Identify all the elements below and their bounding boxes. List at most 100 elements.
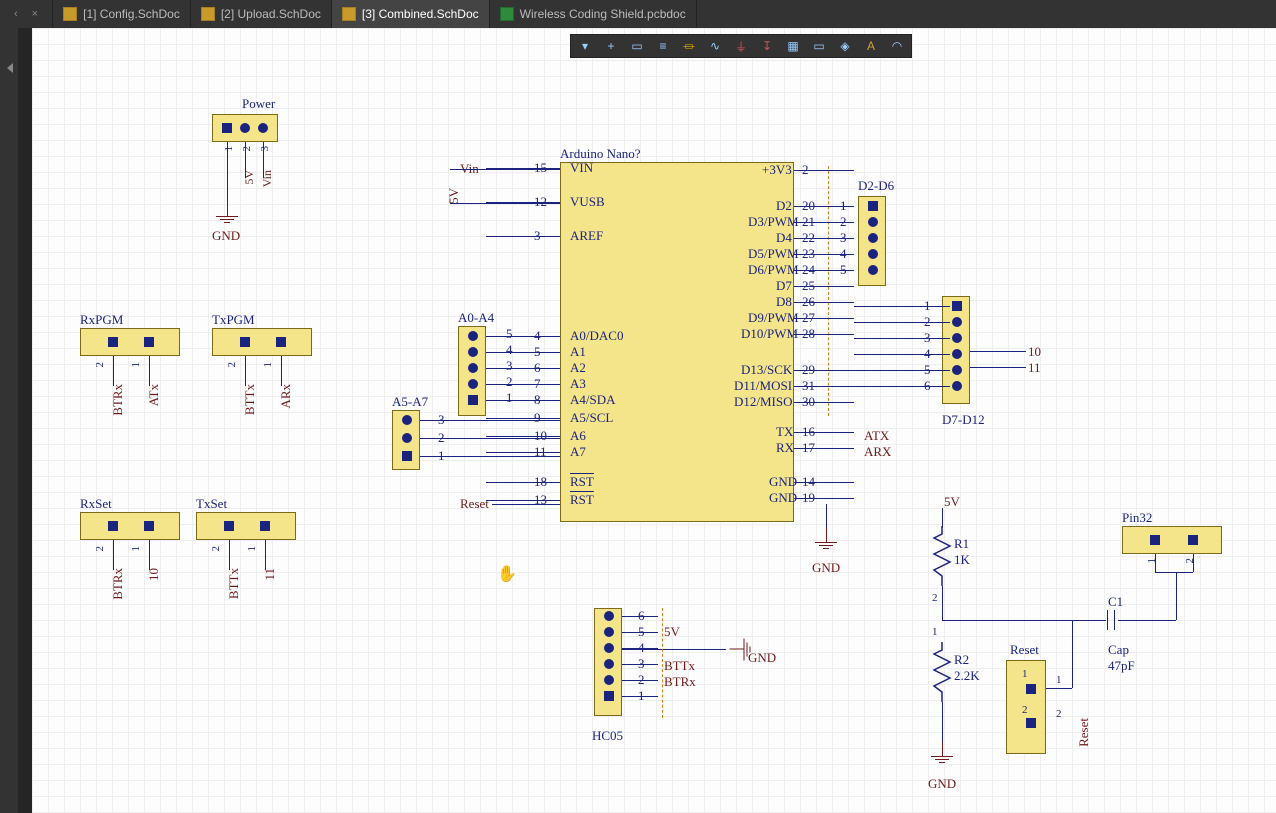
tab-prev-close[interactable]: ‹× [0,0,53,28]
d2d6-pin[interactable] [868,265,878,275]
net-btrx: BTRx [110,568,126,600]
d2d6-pin[interactable] [868,249,878,259]
a5a7-pin[interactable] [402,451,412,461]
crosshair-icon[interactable]: + [603,38,619,54]
power-pin-2[interactable] [240,123,250,133]
text-icon[interactable]: A [863,38,879,54]
select-rect-icon[interactable]: ▭ [629,38,645,54]
r1-resistor[interactable] [932,526,952,586]
a5a7-label: A5-A7 [392,394,428,410]
d7d12-pin[interactable] [952,317,962,327]
net-icon[interactable]: ∿ [707,38,723,54]
header-pin-number: 5 [840,262,847,278]
a5a7-pin[interactable] [402,433,412,443]
pin[interactable] [1026,718,1036,728]
arc-icon[interactable]: ◠ [889,38,905,54]
d7d12-pin[interactable] [952,365,962,375]
r2-resistor[interactable] [932,642,952,702]
pin[interactable] [1026,684,1036,694]
hc05-pin[interactable] [604,627,614,637]
ic-pin-name: AREF [570,228,603,244]
gnd-symbol [812,528,840,549]
power-pin-1[interactable] [222,123,232,133]
hc05-pin[interactable] [604,691,614,701]
d7d12-label: D7-D12 [942,412,985,428]
pin[interactable] [260,521,270,531]
pin[interactable] [224,521,234,531]
net-11: 11 [262,568,278,581]
gnd-symbol [928,742,956,763]
net-reset: Reset [460,496,489,512]
pin[interactable] [276,337,286,347]
rxset-header[interactable] [80,512,180,540]
d2d6-pin[interactable] [868,201,878,211]
txset-header[interactable] [196,512,296,540]
tab-config[interactable]: [1] Config.SchDoc [53,0,191,28]
d7d12-pin[interactable] [952,333,962,343]
c1-capacitor[interactable] [1104,610,1118,633]
pin[interactable] [1188,535,1198,545]
hc05-pin[interactable] [604,611,614,621]
net-5v: 5V [944,494,960,510]
pin[interactable] [240,337,250,347]
wire [854,370,950,371]
pin[interactable] [144,337,154,347]
schematic-doc-icon [201,7,215,21]
pin[interactable] [108,337,118,347]
d7d12-pin[interactable] [952,301,962,311]
a0a4-pin[interactable] [468,363,478,373]
wire [420,420,560,421]
a0a4-pin[interactable] [468,347,478,357]
net-atx: ATX [864,428,889,444]
part-icon[interactable]: ▦ [785,38,801,54]
ic-pin-name: GND [769,490,790,506]
hc05-pin[interactable] [604,643,614,653]
tab-pcb[interactable]: Wireless Coding Shield.pcbdoc [490,0,697,28]
net-btrx: BTRx [110,384,126,416]
pin[interactable] [144,521,154,531]
pan-cursor-icon: ✋ [497,564,517,584]
d2d6-pin[interactable] [868,217,878,227]
close-icon[interactable]: × [28,8,42,20]
schematic-canvas[interactable]: ▾+▭≡⏛∿⏚↧▦▭◈A◠ Power 1 2 3 5V Vin GND RxP… [32,28,1276,813]
a5a7-pin[interactable] [402,415,412,425]
ground-icon[interactable]: ⏚ [733,38,749,54]
a0a4-pin[interactable] [468,379,478,389]
a0a4-pin[interactable] [468,331,478,341]
wire [622,632,658,633]
d7d12-pin[interactable] [952,381,962,391]
wire [970,351,1026,352]
d7d12-pin[interactable] [952,349,962,359]
d2d6-pin[interactable] [868,233,878,243]
port-icon[interactable]: ◈ [837,38,853,54]
txpgm-header[interactable] [212,328,312,356]
c1-val: 47pF [1108,658,1135,674]
wire [486,336,560,337]
net-5v: 5V [446,188,462,204]
hc05-pin[interactable] [604,659,614,669]
rxpgm-header[interactable] [80,328,180,356]
expand-panel-icon[interactable] [5,63,13,73]
pin32-header[interactable] [1122,526,1222,554]
resistor-icon[interactable]: ⏛ [681,38,697,54]
pin-num: 1 [1022,668,1028,680]
wire [1155,572,1193,573]
pin-num: 1 [223,146,235,152]
pin-num: 2 [94,546,106,552]
align-icon[interactable]: ≡ [655,38,671,54]
pin[interactable] [108,521,118,531]
wire [1176,584,1177,620]
a0a4-pin[interactable] [468,395,478,405]
hc05-pin[interactable] [604,675,614,685]
filter-icon[interactable]: ▾ [577,38,593,54]
wire [794,386,854,387]
tab-upload[interactable]: [2] Upload.SchDoc [191,0,332,28]
wire [113,540,114,570]
power-icon[interactable]: ↧ [759,38,775,54]
pin[interactable] [1150,535,1160,545]
sheet-icon[interactable]: ▭ [811,38,827,54]
ic-pin-name: D3/PWM [748,214,790,230]
power-pin-3[interactable] [258,123,268,133]
active-bar: ▾ + ▭ ≡ ⏛ ∿ ⏚ ↧ ▦ ▭ ◈ A ◠ [570,34,912,58]
tab-combined[interactable]: [3] Combined.SchDoc [332,0,490,28]
